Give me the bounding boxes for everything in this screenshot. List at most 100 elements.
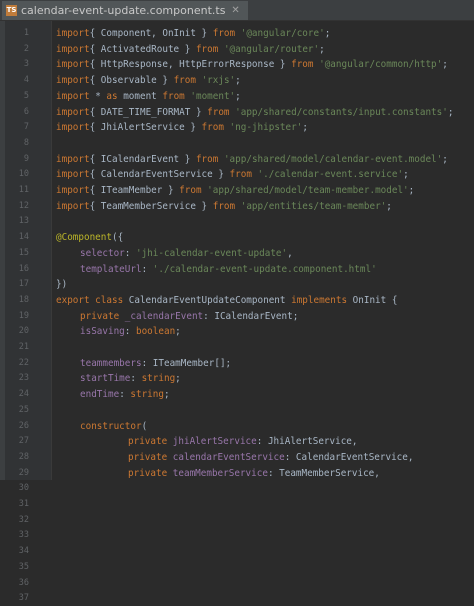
line-number: 28 <box>18 451 29 462</box>
code-token: teamMemberService <box>172 467 268 479</box>
code-token: 'jhi-calendar-event-update' <box>135 247 288 259</box>
code-line: import{ ITeamMember } from 'app/shared/m… <box>56 183 414 198</box>
code-line: private jhiAlertService: JhiAlertService… <box>128 434 358 449</box>
code-token: from <box>229 169 252 181</box>
line-number: 10 <box>18 169 29 180</box>
code-token: from <box>207 106 230 118</box>
code-token: OnInit { <box>352 294 398 306</box>
code-token: CalendarEventUpdateComponent <box>128 294 292 306</box>
line-number: 27 <box>18 436 29 447</box>
code-token: ; <box>442 59 448 71</box>
line-number: 32 <box>18 514 29 525</box>
code-token: private <box>128 436 173 448</box>
line-number-gutter: 1 2 3 4 5 6 7 8 9 10 11 12 13 14 15 16 17 18 19 20 21 22 23 24 2… <box>5 21 52 603</box>
code-token: import <box>56 200 90 212</box>
code-token: private <box>128 451 173 463</box>
line-number: 15 <box>18 247 29 258</box>
code-token: boolean <box>135 326 176 338</box>
code-token: : <box>141 263 153 275</box>
line-number: 36 <box>18 577 29 588</box>
code-line: import{ HttpResponse, HttpErrorResponse … <box>56 57 448 72</box>
code-editor[interactable]: import{ Component, OnInit } from '@angul… <box>52 21 474 480</box>
code-token: from <box>173 75 196 87</box>
code-token: 'app/shared/model/team-member.model' <box>207 185 409 196</box>
code-line: private calendarEventService: CalendarEv… <box>128 450 413 465</box>
code-line: }) <box>56 277 67 292</box>
line-number: 9 <box>23 153 29 164</box>
close-icon[interactable]: ✕ <box>231 5 239 16</box>
code-token: import <box>56 185 90 196</box>
line-number: 30 <box>18 483 29 494</box>
code-token: jhiAlertService <box>172 436 257 448</box>
line-number: 8 <box>23 137 29 148</box>
code-token: : <box>130 373 142 385</box>
line-number: 6 <box>23 106 29 117</box>
code-token: moment <box>117 90 163 102</box>
line-number: 2 <box>23 43 29 54</box>
code-token: from <box>212 28 236 39</box>
line-number: 33 <box>18 530 29 541</box>
code-token: { Observable } <box>89 75 174 87</box>
code-token: * <box>89 90 107 102</box>
line-number: 23 <box>18 373 29 384</box>
code-line: import{ ICalendarEvent } from 'app/share… <box>56 152 448 167</box>
code-token: : CalendarEventService, <box>284 451 414 463</box>
editor-tab[interactable]: TS calendar-event-update.component.ts ✕ <box>2 1 248 20</box>
code-token: ( <box>141 420 148 432</box>
code-token: : JhiAlertService, <box>256 436 358 448</box>
code-line: import{ Observable } from 'rxjs'; <box>56 73 241 88</box>
code-token: 'app/entities/team-member' <box>240 200 387 212</box>
line-number: 17 <box>18 279 29 290</box>
line-number: 13 <box>18 216 29 227</box>
code-token: : TeamMemberService, <box>267 467 380 479</box>
code-token: { TeamMemberService } <box>89 200 213 212</box>
code-line: isSaving: boolean; <box>80 324 181 339</box>
code-token: ; <box>175 373 181 385</box>
code-token: ; <box>324 28 331 39</box>
code-line: export class CalendarEventUpdateComponen… <box>56 293 397 308</box>
code-line: startTime: string; <box>80 371 181 386</box>
code-token: 'rxjs' <box>201 75 236 87</box>
code-token: { HttpResponse, HttpErrorResponse } <box>89 59 292 71</box>
code-token: import <box>56 75 90 87</box>
code-line: import{ CalendarEventService } from './c… <box>56 167 409 182</box>
code-token: string <box>130 389 164 401</box>
code-token: string <box>141 373 176 385</box>
code-line: import{ DATE_TIME_FORMAT } from 'app/sha… <box>56 105 453 120</box>
code-token: teammembers <box>80 357 142 369</box>
code-token: import <box>56 28 90 39</box>
line-number: 7 <box>23 122 29 133</box>
tab-title: calendar-event-update.component.ts <box>21 4 226 17</box>
code-line: private teamMemberService: TeamMemberSer… <box>128 466 380 480</box>
code-token: ; <box>408 185 415 196</box>
code-token: endTime <box>80 389 120 401</box>
code-token: from <box>195 43 219 55</box>
code-token: from <box>201 122 224 134</box>
code-line: private _calendarEvent: ICalendarEvent; <box>80 309 298 324</box>
code-line: import{ TeamMemberService } from 'app/en… <box>56 199 392 214</box>
line-number: 1 <box>23 28 29 38</box>
code-token: export class <box>56 294 129 306</box>
code-token: import <box>56 122 90 134</box>
line-number: 20 <box>18 326 29 337</box>
code-token: import <box>56 90 90 102</box>
code-token: './calendar-event.service' <box>257 169 404 181</box>
code-token: ; <box>447 106 454 118</box>
code-token: @Component <box>56 232 112 244</box>
code-token: ; <box>403 169 409 181</box>
code-token: ; <box>175 326 181 338</box>
line-number: 19 <box>18 310 29 321</box>
line-number: 18 <box>18 294 29 305</box>
code-token: calendarEventService <box>172 451 285 463</box>
code-token: selector <box>80 247 125 259</box>
line-number: 16 <box>18 263 29 274</box>
code-token: ; <box>442 153 448 165</box>
code-token: import <box>56 59 90 71</box>
code-token: ; <box>163 389 170 401</box>
code-token: : ICalendarEvent; <box>203 310 299 322</box>
code-token: ; <box>235 90 241 102</box>
code-line: teammembers: ITeamMember[]; <box>80 356 231 371</box>
code-token: from <box>291 59 314 71</box>
code-token: constructor <box>80 420 142 432</box>
line-number: 25 <box>18 404 29 415</box>
